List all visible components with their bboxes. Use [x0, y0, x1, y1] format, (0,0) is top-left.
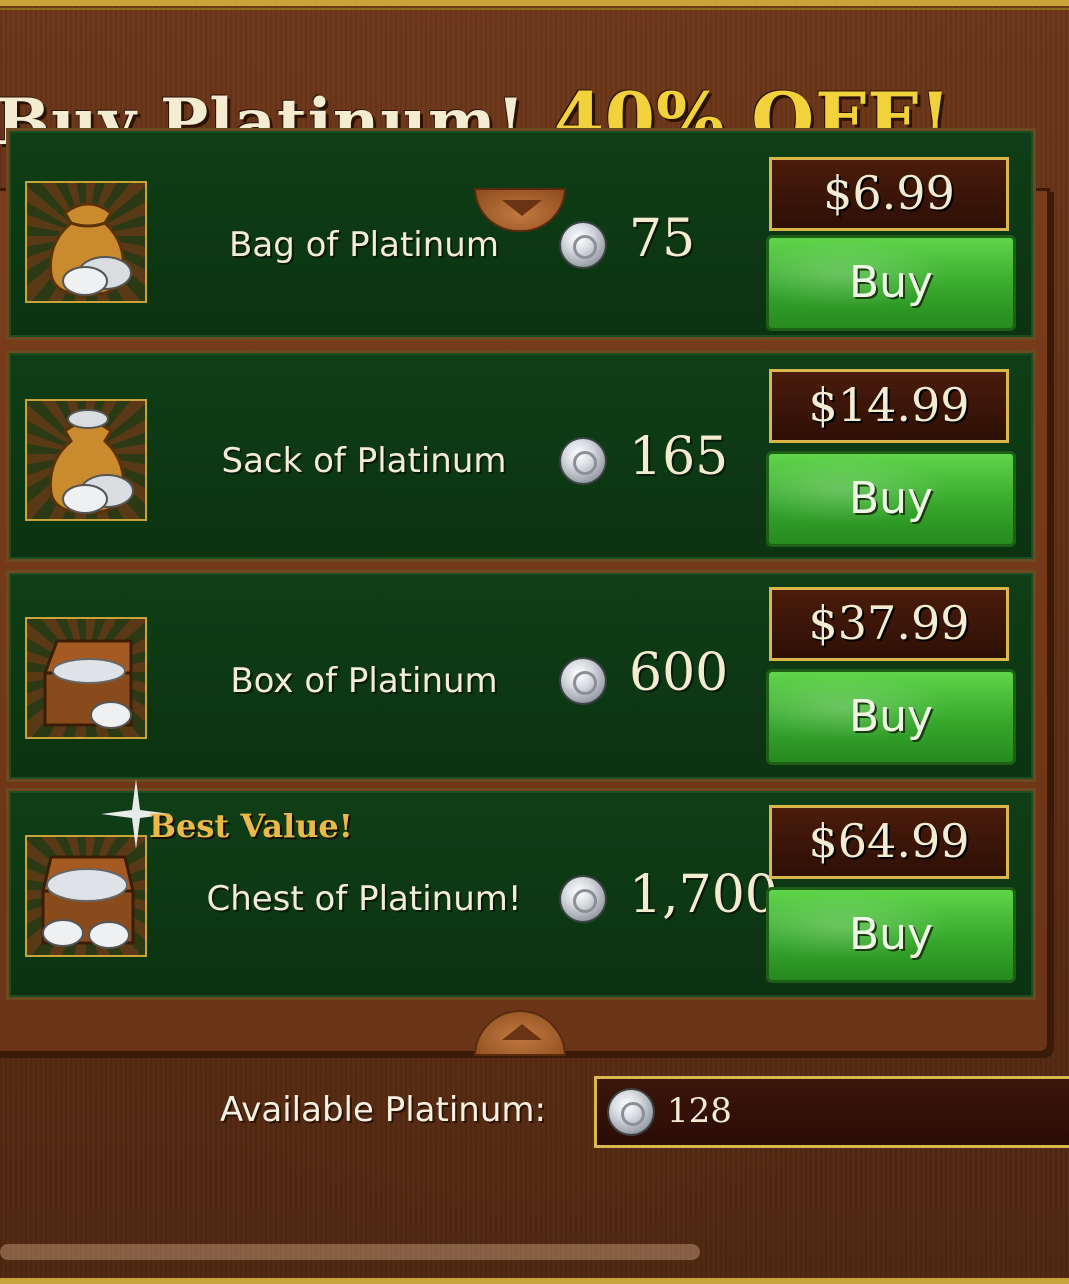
product-name: Box of Platinum — [230, 661, 498, 701]
horizontal-scrollbar[interactable] — [0, 1244, 700, 1260]
platinum-coin-icon — [609, 1090, 653, 1134]
available-platinum-box: 128 — [594, 1076, 1069, 1148]
platinum-coin-icon — [561, 439, 605, 483]
product-name: Bag of Platinum — [229, 225, 499, 265]
product-amount: 1,700 — [629, 865, 778, 925]
bag-icon — [25, 181, 147, 303]
available-platinum-label: Available Platinum: — [220, 1090, 546, 1130]
list-item: Sack of Platinum 165 $14.99 Buy — [6, 350, 1036, 562]
platinum-coin-icon — [561, 659, 605, 703]
buy-button[interactable]: Buy — [766, 887, 1016, 983]
buy-button[interactable]: Buy — [766, 235, 1016, 331]
product-name: Chest of Platinum! — [206, 879, 522, 919]
best-value-badge: Best Value! — [149, 807, 353, 845]
price-tag: $14.99 — [769, 369, 1009, 443]
platinum-coin-icon — [561, 223, 605, 267]
product-amount: 75 — [629, 209, 696, 269]
product-name: Sack of Platinum — [221, 441, 507, 481]
chest-icon — [25, 835, 147, 957]
sack-icon — [25, 399, 147, 521]
buy-button[interactable]: Buy — [766, 669, 1016, 765]
list-item: Bag of Platinum 75 $6.99 Buy — [6, 128, 1036, 340]
price-tag: $6.99 — [769, 157, 1009, 231]
available-platinum-value: 128 — [667, 1091, 732, 1131]
buy-button[interactable]: Buy — [766, 451, 1016, 547]
platinum-coin-icon — [561, 877, 605, 921]
list-item: Box of Platinum 600 $37.99 Buy — [6, 570, 1036, 782]
product-amount: 165 — [629, 427, 729, 487]
list-item: Best Value! Chest of Platinum! 1,700 $64… — [6, 779, 1036, 1000]
price-tag: $37.99 — [769, 587, 1009, 661]
product-amount: 600 — [629, 643, 729, 703]
price-tag: $64.99 — [769, 805, 1009, 879]
box-icon — [25, 617, 147, 739]
